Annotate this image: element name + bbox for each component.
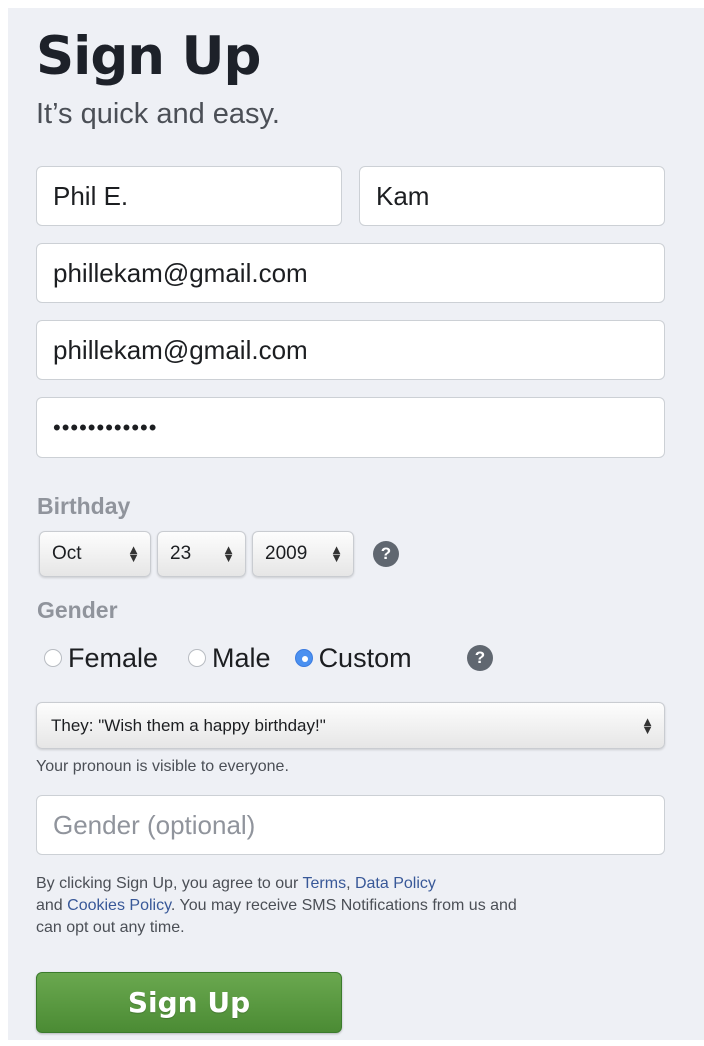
custom-gender-input[interactable] [53, 809, 648, 841]
gender-male-radio[interactable] [188, 649, 207, 667]
pronoun-select-value: They: "Wish them a happy birthday!" [51, 715, 326, 735]
legal-text-comma: , [346, 875, 355, 892]
page-title: Sign Up [36, 26, 261, 87]
pronoun-select[interactable]: They: "Wish them a happy birthday!" ▲ ▼ [36, 702, 665, 749]
email-input[interactable] [53, 257, 648, 289]
gender-female-label[interactable]: Female [68, 643, 158, 674]
birthday-month-value: Oct [52, 543, 82, 564]
select-arrows-icon: ▲ ▼ [127, 542, 140, 565]
last-name-field[interactable] [359, 166, 665, 226]
terms-link[interactable]: Terms [303, 875, 347, 892]
first-name-input[interactable] [53, 180, 325, 212]
custom-gender-field[interactable] [36, 795, 665, 855]
password-input[interactable] [53, 414, 648, 441]
gender-male-label[interactable]: Male [212, 643, 271, 674]
gender-radio-group: Female Male Custom [44, 638, 412, 678]
select-arrows-icon: ▲ ▼ [641, 713, 654, 737]
data-policy-link[interactable]: Data Policy [355, 875, 436, 892]
select-arrows-icon: ▲ ▼ [330, 542, 343, 565]
gender-custom-radio[interactable] [294, 649, 313, 667]
first-name-field[interactable] [36, 166, 342, 226]
legal-text-and: and [36, 897, 68, 914]
legal-notice: By clicking Sign Up, you agree to our Te… [36, 873, 546, 939]
email-confirm-input[interactable] [53, 334, 648, 366]
gender-help-icon[interactable]: ? [467, 645, 493, 671]
birthday-year-value: 2009 [265, 543, 308, 564]
pronoun-visibility-note: Your pronoun is visible to everyone. [36, 758, 289, 775]
birthday-month-select[interactable]: Oct ▲ ▼ [39, 531, 151, 577]
password-field[interactable] [36, 397, 665, 458]
birthday-day-select[interactable]: 23 ▲ ▼ [157, 531, 246, 577]
legal-text-prefix: By clicking Sign Up, you agree to our [36, 875, 303, 892]
select-arrows-icon: ▲ ▼ [222, 542, 235, 565]
signup-button[interactable]: Sign Up [36, 972, 342, 1033]
cookies-policy-link[interactable]: Cookies Policy [67, 897, 171, 914]
email-confirm-field[interactable] [36, 320, 665, 380]
gender-custom-label[interactable]: Custom [319, 643, 412, 674]
birthday-label: Birthday [37, 493, 131, 519]
page-subtitle: It’s quick and easy. [36, 98, 280, 130]
last-name-input[interactable] [376, 180, 648, 212]
birthday-year-select[interactable]: 2009 ▲ ▼ [252, 531, 354, 577]
email-field[interactable] [36, 243, 665, 303]
gender-label: Gender [37, 597, 118, 623]
birthday-day-value: 23 [170, 543, 192, 564]
gender-female-radio[interactable] [44, 649, 62, 667]
birthday-help-icon[interactable]: ? [373, 541, 399, 567]
